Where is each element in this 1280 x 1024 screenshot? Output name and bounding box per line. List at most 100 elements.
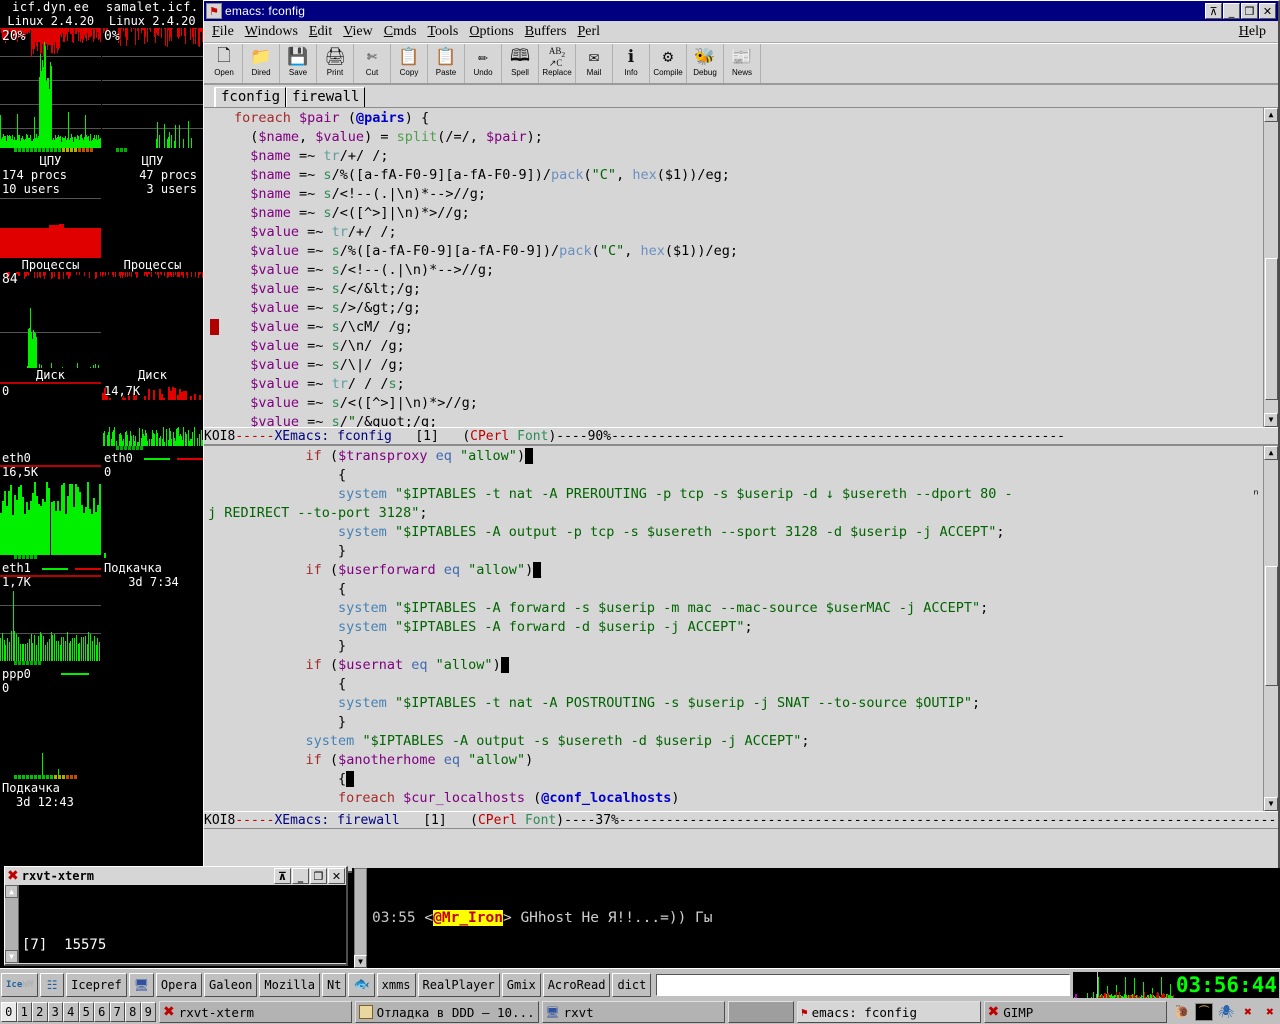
task-empty[interactable] xyxy=(728,1001,794,1023)
xemacs-window[interactable]: ⚑ emacs: fconfig ⊼ _ ❐ ✕ File Windows Ed… xyxy=(203,0,1280,873)
workspace-button-4[interactable]: 4 xyxy=(63,1002,79,1022)
launcher-terminal[interactable]: 🖥 xyxy=(128,972,154,997)
taskbar-clock[interactable]: 03:56:44 xyxy=(1173,971,1279,998)
rxvt-window-controls[interactable]: ⊼ _ ❐ ✕ xyxy=(274,868,345,884)
launcher-xmms[interactable]: xmms xyxy=(376,972,416,997)
system-monitor-panel[interactable]: icf.dyn.ee samalet.icf. Linux 2.4.20 Lin… xyxy=(0,0,203,862)
taskbar-cpu-mini-monitor[interactable] xyxy=(1072,971,1097,998)
toolbar-button-dired[interactable]: 📁 Dired xyxy=(243,44,280,83)
launcher-mozilla[interactable]: Mozilla xyxy=(259,972,320,997)
toolbar-button-mail[interactable]: ✉ Mail xyxy=(576,44,613,83)
toolbar-button-cut[interactable]: ✄ Cut xyxy=(354,44,391,83)
rxvt-scroll-down[interactable]: ▼ xyxy=(5,950,18,963)
toolbar-button-copy[interactable]: 📋 Copy xyxy=(391,44,428,83)
toolbar-button-paste[interactable]: 📋 Paste xyxy=(428,44,465,83)
emacs-titlebar[interactable]: ⚑ emacs: fconfig ⊼ _ ❐ ✕ xyxy=(204,1,1278,21)
close-button[interactable]: ✕ xyxy=(1259,3,1276,19)
buffer-firewall-pane[interactable]: if ($transproxy eq "allow")_ { system "$… xyxy=(204,445,1278,811)
workspace-button-0[interactable]: 0 xyxy=(1,1002,17,1022)
toolbar-button-print[interactable]: 🖨 Print xyxy=(317,44,354,83)
toolbar-button-compile[interactable]: ⚙ Compile xyxy=(650,44,687,83)
buffer1-scroll-up[interactable]: ▲ xyxy=(1264,108,1278,122)
menu-windows[interactable]: Windows xyxy=(245,24,298,40)
emacs-window-controls[interactable]: ⊼ _ ❐ ✕ xyxy=(1205,3,1276,19)
menu-options[interactable]: Options xyxy=(469,24,513,40)
rxvt-xterm-window[interactable]: ✖ rxvt-xterm ⊼ _ ❐ ✕ ▲ ▼ [7] 15575 [6] D… xyxy=(4,866,348,966)
workspace-button-2[interactable]: 2 xyxy=(32,1002,48,1022)
toolbar-button-spell[interactable]: 🕮 Spell xyxy=(502,44,539,83)
butterfly-icon[interactable]: 🕷 xyxy=(1217,1003,1235,1021)
menu-view[interactable]: View xyxy=(343,24,373,40)
taskbar-net-monitor[interactable] xyxy=(1097,971,1174,998)
tab-firewall[interactable]: firewall xyxy=(286,87,366,107)
launcher-window-list[interactable]: ☷ xyxy=(40,972,65,997)
menu-edit[interactable]: Edit xyxy=(309,24,332,40)
launcher-opera[interactable]: Opera xyxy=(155,972,203,997)
workspace-button-7[interactable]: 7 xyxy=(109,1002,125,1022)
buffer1-scroll-thumb[interactable] xyxy=(1265,258,1278,400)
window-list-bar[interactable]: 0 1 2 3 4 5 6 7 8 9 ✖ rxvt-xterm Отладка… xyxy=(0,1000,1280,1024)
minimize-button[interactable]: _ xyxy=(1223,3,1240,19)
menu-perl[interactable]: Perl xyxy=(577,24,600,40)
maximize-button[interactable]: ❐ xyxy=(1241,3,1258,19)
rxvt-maximize-button[interactable]: ❐ xyxy=(310,868,327,884)
menu-buffers[interactable]: Buffers xyxy=(525,24,567,40)
toolbar-button-save[interactable]: 💾 Save xyxy=(280,44,317,83)
rxvt-scroll-up[interactable]: ▲ xyxy=(5,885,18,898)
workspace-button-3[interactable]: 3 xyxy=(47,1002,63,1022)
toolbar-button-debug[interactable]: 🐝 Debug xyxy=(687,44,724,83)
workspace-button-8[interactable]: 8 xyxy=(125,1002,141,1022)
launcher-dict[interactable]: dict xyxy=(612,972,652,997)
rxvt-scrollbar[interactable]: ▲ ▼ xyxy=(5,885,19,963)
menu-help[interactable]: Help xyxy=(1239,24,1266,40)
buffer2-scroll-thumb[interactable] xyxy=(1265,566,1278,686)
menu-tools[interactable]: Tools xyxy=(427,24,458,40)
task-rxvt[interactable]: 🖥 rxvt xyxy=(541,1001,726,1023)
rxvt-terminal-body[interactable]: ▲ ▼ [7] 15575 [6] Done rxvt samalet:~# xyxy=(5,885,346,963)
taskbar-address-input[interactable] xyxy=(656,973,1070,996)
buffer-fconfig-code[interactable]: foreach $pair (@pairs) { ($name, $value)… xyxy=(204,108,1278,427)
toolbar-button-undo[interactable]: ✏ Undo xyxy=(465,44,502,83)
rxvt-close-button[interactable]: ✕ xyxy=(328,868,345,884)
toolbar-button-replace[interactable]: AB2 ↗C Replace xyxy=(539,44,576,83)
buffer2-scrollbar[interactable]: ▲ ▼ xyxy=(1263,446,1278,811)
launcher-gmix[interactable]: Gmix xyxy=(501,972,541,997)
emacs-toolbar[interactable]: 🗋 Open 📁 Dired 💾 Save 🖨 Print ✄ Cut 📋 Copy 📋 Paste ✏ Un… xyxy=(204,43,1278,85)
toolbar-button-info[interactable]: ℹ Info xyxy=(613,44,650,83)
launcher-icewm-menu[interactable]: IceWM xyxy=(1,972,39,997)
launcher-icepref[interactable]: Icepref xyxy=(66,972,127,997)
buffer-fconfig-pane[interactable]: foreach $pair (@pairs) { ($name, $value)… xyxy=(204,107,1278,427)
irc-scroll-down[interactable]: ▼ xyxy=(354,955,367,968)
irc-client-window[interactable]: ▼ 03:55 <@Mr_Iron> GHhost Не Я!!...=)) Г… xyxy=(352,868,1280,986)
launcher-acroread[interactable]: AcroRead xyxy=(542,972,611,997)
buffer1-scrollbar[interactable]: ▲ ▼ xyxy=(1263,108,1278,427)
emacs-menubar[interactable]: File Windows Edit View Cmds Tools Option… xyxy=(204,21,1278,43)
workspace-button-5[interactable]: 5 xyxy=(78,1002,94,1022)
task-emacs-fconfig[interactable]: ⚑ emacs: fconfig xyxy=(797,1001,981,1023)
archway-icon[interactable]: ⏜ xyxy=(1195,1003,1213,1021)
tab-fconfig[interactable]: fconfig xyxy=(214,87,287,107)
rxvt-titlebar[interactable]: ✖ rxvt-xterm ⊼ _ ❐ ✕ xyxy=(5,867,346,885)
buffer1-scroll-down[interactable]: ▼ xyxy=(1264,413,1278,427)
taskbar[interactable]: IceWM ☷ Icepref 🖥 Opera Galeon Mozilla N… xyxy=(0,968,1280,1000)
workspace-button-9[interactable]: 9 xyxy=(140,1002,156,1022)
rxvt-rollup-button[interactable]: ⊼ xyxy=(274,868,291,884)
workspace-button-1[interactable]: 1 xyxy=(16,1002,32,1022)
task-rxvt-xterm[interactable]: ✖ rxvt-xterm xyxy=(159,1001,353,1023)
irc-scrollbar[interactable]: ▼ xyxy=(352,868,370,968)
close-x-icon[interactable]: ✖ xyxy=(1239,1003,1257,1021)
system-tray[interactable]: 🐌 ⏜ 🕷 ✖ ✖ xyxy=(1167,1003,1279,1021)
workspace-button-6[interactable]: 6 xyxy=(94,1002,110,1022)
toolbar-button-news[interactable]: 📰 News xyxy=(724,44,761,83)
buffer2-scroll-up[interactable]: ▲ xyxy=(1264,446,1278,460)
launcher-fish[interactable]: 🐟 xyxy=(348,972,375,997)
emacs-tabbar[interactable]: fconfig firewall xyxy=(204,85,1278,107)
close-x-icon[interactable]: ✖ xyxy=(1261,1003,1279,1021)
rxvt-minimize-button[interactable]: _ xyxy=(292,868,309,884)
launcher-nt[interactable]: Nt xyxy=(321,972,347,997)
snail-icon[interactable]: 🐌 xyxy=(1173,1003,1191,1021)
rollup-button[interactable]: ⊼ xyxy=(1205,3,1222,19)
buffer2-scroll-down[interactable]: ▼ xyxy=(1264,797,1278,811)
launcher-galeon[interactable]: Galeon xyxy=(204,972,258,997)
buffer-firewall-code[interactable]: if ($transproxy eq "allow")_ { system "$… xyxy=(204,446,1278,808)
